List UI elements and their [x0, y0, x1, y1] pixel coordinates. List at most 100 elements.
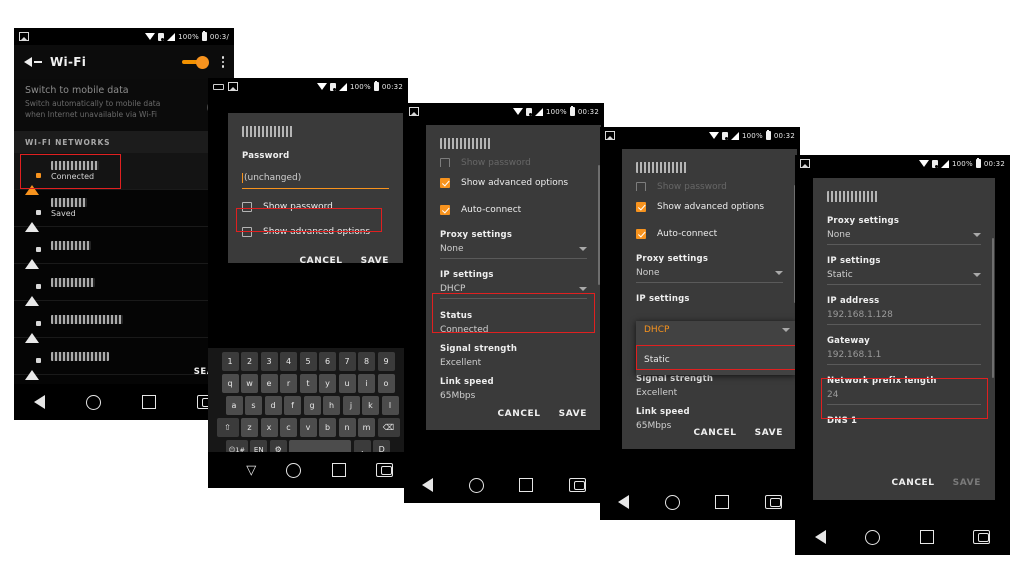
- back-arrow-icon[interactable]: [24, 57, 32, 67]
- list-item[interactable]: [14, 301, 234, 343]
- nav-back-icon[interactable]: [421, 478, 433, 492]
- network-prefix-input[interactable]: 24: [827, 390, 981, 400]
- key-c[interactable]: c: [280, 418, 297, 437]
- list-item[interactable]: Saved: [14, 190, 234, 232]
- show-password-row[interactable]: Show password: [440, 151, 587, 167]
- prefix-group[interactable]: Network prefix length 24: [827, 376, 981, 405]
- nav-home-icon[interactable]: [664, 494, 680, 510]
- key-8[interactable]: 8: [358, 352, 375, 371]
- proxy-settings-select[interactable]: None: [636, 268, 783, 278]
- key-z[interactable]: z: [241, 418, 258, 437]
- nav-home-icon[interactable]: [286, 462, 302, 478]
- show-advanced-checkbox[interactable]: [242, 227, 252, 237]
- shift-key-icon[interactable]: ⇧: [216, 418, 239, 437]
- key-y[interactable]: y: [319, 374, 336, 393]
- key-r[interactable]: r: [280, 374, 297, 393]
- chevron-down-icon[interactable]: [973, 233, 981, 237]
- switch-to-mobile-data-row[interactable]: Switch to mobile data Switch automatical…: [14, 79, 234, 131]
- ip-settings-select[interactable]: DHCP: [440, 284, 587, 294]
- dialog-actions[interactable]: CANCEL SAVE: [891, 469, 995, 497]
- dropdown-option-dhcp[interactable]: DHCP: [636, 321, 796, 339]
- list-item[interactable]: Connected: [14, 153, 234, 195]
- show-password-checkbox[interactable]: [242, 202, 252, 212]
- chevron-down-icon[interactable]: [973, 273, 981, 277]
- ip-settings-group[interactable]: IP settings Static: [827, 256, 981, 285]
- auto-connect-row[interactable]: Auto-connect: [440, 199, 587, 221]
- nav-home-icon[interactable]: [865, 529, 881, 545]
- dialog-actions[interactable]: CANCEL SAVE: [693, 419, 797, 447]
- chevron-down-icon[interactable]: [579, 247, 587, 251]
- list-item[interactable]: [14, 264, 234, 306]
- nav-capture-icon[interactable]: [765, 495, 783, 509]
- save-button[interactable]: SAVE: [755, 428, 783, 438]
- auto-connect-row[interactable]: Auto-connect: [636, 223, 783, 245]
- nav-recents-icon[interactable]: [919, 530, 934, 544]
- dialog-scrollbar[interactable]: [992, 238, 994, 378]
- chevron-down-icon[interactable]: [579, 287, 587, 291]
- android-nav-bar[interactable]: ▽: [208, 452, 408, 488]
- key-d[interactable]: d: [264, 396, 282, 415]
- ip-settings-select[interactable]: Static: [827, 270, 981, 280]
- key-s[interactable]: s: [245, 396, 262, 415]
- nav-recents-icon[interactable]: [331, 463, 346, 477]
- nav-back-glyph[interactable]: ▽: [246, 463, 256, 478]
- cancel-button[interactable]: CANCEL: [299, 256, 342, 266]
- key-v[interactable]: v: [299, 418, 317, 437]
- chevron-down-icon[interactable]: [782, 328, 790, 332]
- key-9[interactable]: 9: [377, 352, 395, 371]
- nav-capture-icon[interactable]: [375, 463, 393, 477]
- keyboard-row-numbers[interactable]: 1 2 3 4 5 6 7 8 9: [210, 352, 406, 371]
- key-e[interactable]: e: [260, 374, 278, 393]
- gateway-group[interactable]: Gateway 192.168.1.1: [827, 336, 981, 365]
- key-6[interactable]: 6: [319, 352, 336, 371]
- android-nav-bar[interactable]: [14, 384, 234, 420]
- ip-settings-group[interactable]: IP settings: [636, 294, 783, 304]
- nav-recents-icon[interactable]: [715, 495, 730, 509]
- gateway-input[interactable]: 192.168.1.1: [827, 350, 981, 360]
- key-t[interactable]: t: [299, 374, 317, 393]
- key-i[interactable]: i: [358, 374, 375, 393]
- list-item[interactable]: [14, 227, 234, 269]
- proxy-settings-group[interactable]: Proxy settings None: [440, 230, 587, 259]
- show-advanced-checkbox[interactable]: [636, 202, 646, 212]
- show-advanced-row[interactable]: Show advanced options: [636, 196, 783, 218]
- chevron-down-icon[interactable]: [775, 271, 783, 275]
- show-password-checkbox[interactable]: [440, 157, 450, 167]
- show-advanced-row[interactable]: Show advanced options: [242, 221, 389, 243]
- save-button[interactable]: SAVE: [361, 256, 389, 266]
- auto-connect-checkbox[interactable]: [440, 205, 450, 215]
- nav-back-icon[interactable]: [617, 495, 629, 509]
- nav-home-icon[interactable]: [86, 394, 102, 410]
- dialog-actions[interactable]: CANCEL SAVE: [497, 400, 601, 428]
- key-2[interactable]: 2: [241, 352, 258, 371]
- key-k[interactable]: k: [362, 396, 379, 415]
- proxy-settings-select[interactable]: None: [440, 244, 587, 254]
- nav-capture-icon[interactable]: [569, 478, 587, 492]
- key-l[interactable]: l: [381, 396, 399, 415]
- password-input[interactable]: (unchanged): [242, 173, 301, 183]
- key-5[interactable]: 5: [299, 352, 317, 371]
- show-password-row[interactable]: Show password: [636, 175, 783, 191]
- save-button[interactable]: SAVE: [559, 409, 587, 419]
- show-advanced-checkbox[interactable]: [440, 178, 450, 188]
- cancel-button[interactable]: CANCEL: [693, 428, 736, 438]
- key-w[interactable]: w: [241, 374, 258, 393]
- cancel-button[interactable]: CANCEL: [497, 409, 540, 419]
- keyboard-row-zxcv[interactable]: ⇧ z x c v b n m ⌫: [210, 418, 406, 437]
- key-7[interactable]: 7: [338, 352, 356, 371]
- nav-back-icon[interactable]: [814, 530, 826, 544]
- show-advanced-row[interactable]: Show advanced options: [440, 172, 587, 194]
- key-f[interactable]: f: [284, 396, 301, 415]
- key-b[interactable]: b: [319, 418, 336, 437]
- android-nav-bar[interactable]: [600, 484, 800, 520]
- key-1[interactable]: 1: [221, 352, 239, 371]
- ip-address-group[interactable]: IP address 192.168.1.128: [827, 296, 981, 325]
- key-q[interactable]: q: [221, 374, 239, 393]
- key-4[interactable]: 4: [280, 352, 297, 371]
- android-nav-bar[interactable]: [795, 519, 1010, 555]
- wifi-network-list[interactable]: Connected Saved: [14, 153, 234, 384]
- key-n[interactable]: n: [338, 418, 356, 437]
- key-j[interactable]: j: [342, 396, 360, 415]
- key-x[interactable]: x: [260, 418, 278, 437]
- key-m[interactable]: m: [358, 418, 375, 437]
